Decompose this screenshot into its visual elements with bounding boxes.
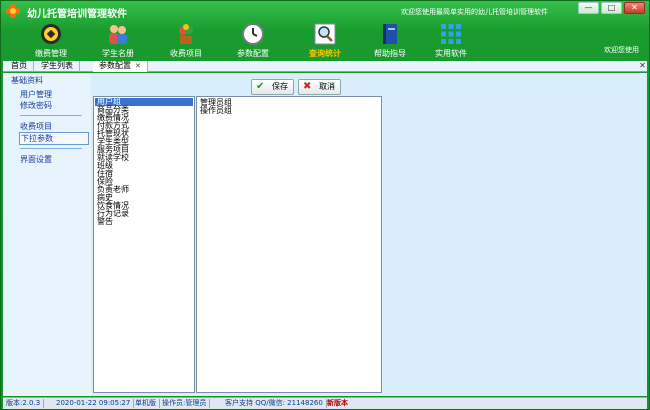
close-button[interactable]: ✕: [624, 2, 645, 14]
sidebar-item-change-password[interactable]: 修改密码: [20, 100, 52, 111]
sidebar-item-charge-items[interactable]: 收费项目: [20, 121, 52, 132]
tab-label: 首页: [11, 61, 27, 70]
toolbar-label: 实用软件: [435, 49, 467, 58]
minimize-button[interactable]: —: [578, 2, 599, 14]
parameter-values-editor[interactable]: 管理员组 操作员组: [196, 96, 382, 393]
toolbar-query-stats[interactable]: 查询统计: [295, 21, 355, 59]
list-item[interactable]: 警告: [97, 218, 113, 226]
tab-student-list[interactable]: 学生列表: [35, 61, 80, 72]
cancel-button[interactable]: ✖ 取消: [298, 79, 341, 95]
close-all-tabs-icon[interactable]: ✕: [638, 61, 647, 71]
tab-label: 参数配置: [99, 61, 131, 70]
settings-sidebar: 基础资料 用户管理 修改密码 收费项目 下拉参数 界面设置: [3, 73, 91, 396]
apps-grid-icon: [441, 24, 461, 44]
toolbar-label: 学生名册: [102, 49, 134, 58]
sidebar-divider: [20, 115, 82, 116]
toolbar-label: 帮助指导: [374, 49, 406, 58]
toolbar-label: 参数配置: [237, 49, 269, 58]
tab-label: 学生列表: [41, 61, 73, 70]
coin-icon: [41, 24, 61, 44]
cancel-label: 取消: [319, 82, 335, 91]
welcome-message: 欢迎您使用最简单实用的幼儿托管培训管理软件: [401, 8, 548, 16]
status-edition: 单机版: [132, 399, 160, 408]
sidebar-item-interface-settings[interactable]: 界面设置: [20, 154, 52, 165]
app-logo-icon: [6, 4, 20, 18]
sidebar-divider: [20, 148, 82, 149]
tab-home[interactable]: 首页: [5, 61, 34, 72]
toolbar-utility-software[interactable]: 实用软件: [421, 21, 481, 59]
parameter-category-list[interactable]: 用户组 商品分类 缴费情况 付款方式 托管现状 学生类型 服务项目 就读学校 班…: [93, 96, 195, 393]
checkmark-icon: ✔: [256, 81, 265, 92]
clock-icon: [242, 23, 264, 45]
toolbar-label: 查询统计: [309, 49, 341, 58]
app-title: 幼儿托管培训管理软件: [27, 9, 127, 20]
main-content: 基础资料 用户管理 修改密码 收费项目 下拉参数 界面设置 ✔ 保存 ✖ 取消 用户…: [3, 73, 647, 396]
welcome-short: 欢迎您使用: [604, 46, 639, 54]
tab-bar: 首页 学生列表 参数配置 ✕ ✕: [3, 61, 647, 72]
toolbar-parameter-config[interactable]: 参数配置: [223, 21, 283, 59]
title-bar: 幼儿托管培训管理软件 欢迎您使用最简单实用的幼儿托管培训管理软件 — □ ✕: [1, 1, 649, 21]
sidebar-item-user-management[interactable]: 用户管理: [20, 89, 52, 100]
plant-icon: [179, 24, 193, 44]
sidebar-heading: 基础资料: [11, 76, 43, 85]
value-line: 操作员组: [200, 106, 232, 115]
toolbar-fee-management[interactable]: 缴费管理: [21, 21, 81, 59]
cross-icon: ✖: [303, 81, 312, 92]
sidebar-item-dropdown-params[interactable]: 下拉参数: [19, 132, 89, 145]
status-bar: 版本:2.0.3 2020-01-22 09:05:27 单机版 操作员:管理员…: [3, 397, 647, 409]
maximize-button[interactable]: □: [601, 2, 622, 14]
new-version-link[interactable]: 新版本: [324, 399, 351, 408]
save-button[interactable]: ✔ 保存: [251, 79, 294, 95]
status-version: 版本:2.0.3: [3, 399, 45, 408]
toolbar-charge-items[interactable]: 收费项目: [156, 21, 216, 59]
save-label: 保存: [272, 82, 288, 91]
magnifier-icon: [314, 23, 336, 45]
toolbar-label: 缴费管理: [35, 49, 67, 58]
toolbar-help-guide[interactable]: 帮助指导: [360, 21, 420, 59]
tab-parameter-config[interactable]: 参数配置 ✕: [93, 61, 148, 72]
status-datetime: 2020-01-22 09:05:27: [53, 399, 135, 408]
toolbar-label: 收费项目: [170, 49, 202, 58]
tab-close-icon[interactable]: ✕: [135, 61, 141, 71]
book-icon: [383, 24, 397, 44]
status-support: 客户支持 QQ/微信: 21148260: [222, 399, 327, 408]
status-operator: 操作员:管理员: [159, 399, 211, 408]
toolbar-student-roster[interactable]: 学生名册: [88, 21, 148, 59]
app-window: 幼儿托管培训管理软件 欢迎您使用最简单实用的幼儿托管培训管理软件 — □ ✕ 缴…: [0, 0, 650, 410]
students-icon: [109, 25, 127, 44]
